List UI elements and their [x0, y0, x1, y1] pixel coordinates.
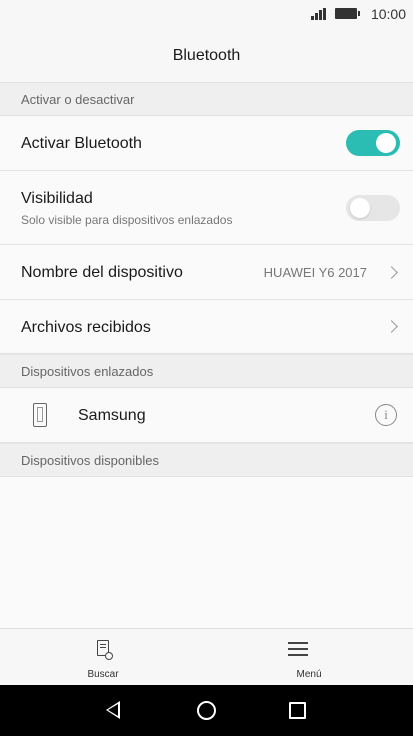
- chevron-right-icon: [385, 320, 398, 333]
- toggle-knob: [350, 198, 370, 218]
- search-devices-icon: [97, 640, 113, 660]
- home-icon[interactable]: [197, 701, 216, 720]
- toggle-knob: [376, 133, 396, 153]
- system-navigation-bar: [0, 685, 413, 736]
- section-header-available: Dispositivos disponibles: [0, 443, 413, 477]
- search-label: Buscar: [87, 669, 119, 680]
- menu-label: Menú: [296, 669, 322, 680]
- back-icon[interactable]: [106, 701, 120, 719]
- bluetooth-label: Activar Bluetooth: [21, 135, 142, 152]
- received-files-row[interactable]: Archivos recibidos: [0, 300, 413, 354]
- visibility-toggle[interactable]: [346, 195, 400, 221]
- status-bar: 10:00: [0, 0, 413, 30]
- received-files-label: Archivos recibidos: [21, 319, 151, 336]
- device-name-value: HUAWEI Y6 2017: [263, 265, 367, 280]
- visibility-row[interactable]: Visibilidad Solo visible para dispositiv…: [0, 171, 413, 245]
- page-title: Bluetooth: [172, 47, 241, 64]
- phone-icon: [33, 403, 47, 427]
- info-icon[interactable]: i: [375, 404, 397, 426]
- recent-apps-icon[interactable]: [289, 702, 306, 719]
- title-bar: Bluetooth: [0, 30, 413, 82]
- bluetooth-toggle[interactable]: [346, 130, 400, 156]
- bluetooth-row[interactable]: Activar Bluetooth: [0, 116, 413, 171]
- device-name-row[interactable]: Nombre del dispositivo HUAWEI Y6 2017: [0, 245, 413, 300]
- visibility-label: Visibilidad: [21, 190, 93, 207]
- paired-device-name: Samsung: [78, 407, 146, 424]
- section-header-paired: Dispositivos enlazados: [0, 354, 413, 388]
- chevron-right-icon: [385, 266, 398, 279]
- paired-device-row[interactable]: Samsung i: [0, 388, 413, 443]
- status-time: 10:00: [370, 6, 406, 22]
- menu-icon: [288, 642, 308, 656]
- section-header-toggle: Activar o desactivar: [0, 82, 413, 116]
- device-name-label: Nombre del dispositivo: [21, 264, 183, 281]
- battery-icon: [335, 8, 360, 19]
- menu-button[interactable]: Menú: [206, 629, 412, 686]
- search-button[interactable]: Buscar: [0, 629, 206, 686]
- visibility-sublabel: Solo visible para dispositivos enlazados: [21, 213, 233, 227]
- signal-icon: [311, 8, 326, 20]
- bottom-action-bar: Buscar Menú: [0, 628, 413, 685]
